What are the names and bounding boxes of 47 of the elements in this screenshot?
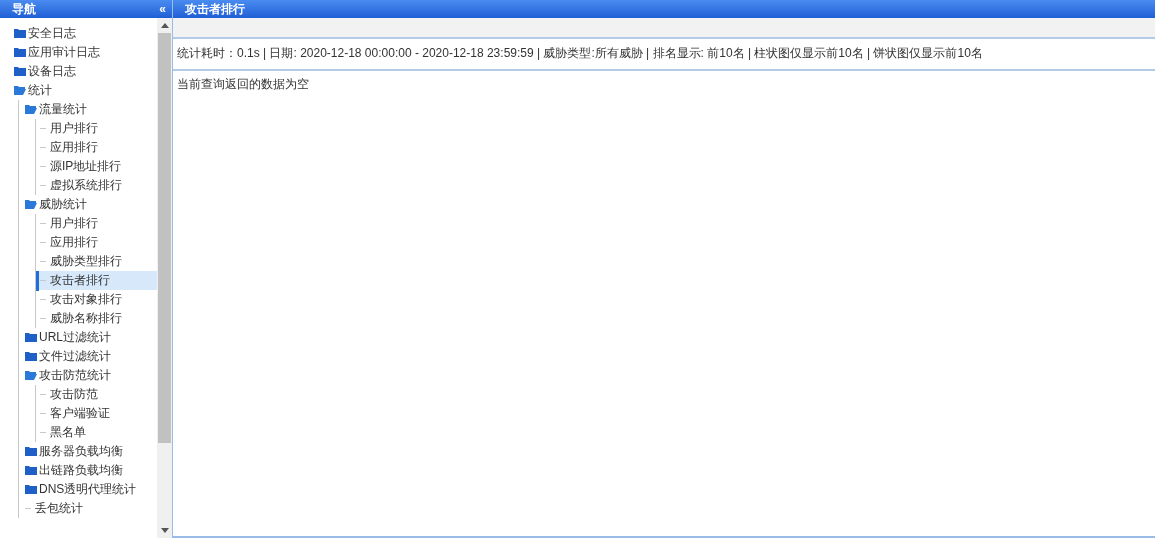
tree-item[interactable]: 用户排行	[36, 214, 157, 233]
tree-item[interactable]: 攻击防范统计	[19, 366, 157, 385]
tree-item[interactable]: DNS透明代理统计	[19, 480, 157, 499]
scroll-up-icon[interactable]	[160, 23, 169, 28]
folder-icon	[25, 351, 37, 361]
scrollbar-thumb[interactable]	[158, 33, 171, 443]
tree-item[interactable]: URL过滤统计	[19, 328, 157, 347]
tree-item[interactable]: 应用审计日志	[0, 43, 157, 62]
open-folder-icon	[25, 199, 37, 209]
tree-item[interactable]: 丢包统计	[19, 499, 157, 518]
open-folder-icon	[25, 370, 37, 380]
page-title: 攻击者排行	[185, 2, 245, 16]
tree-item[interactable]: 出链路负载均衡	[19, 461, 157, 480]
collapse-button[interactable]: «	[159, 0, 166, 18]
tree-item[interactable]: 威胁类型排行	[36, 252, 157, 271]
tree-item[interactable]: 统计	[0, 81, 157, 100]
tree-item[interactable]: 虚拟系统排行	[36, 176, 157, 195]
tree-item[interactable]: 威胁名称排行	[36, 309, 157, 328]
empty-message: 当前查询返回的数据为空	[177, 77, 309, 91]
scrollbar[interactable]	[157, 18, 172, 538]
folder-icon	[25, 446, 37, 456]
tree-item[interactable]: 攻击者排行	[36, 271, 157, 290]
tree-item[interactable]: 威胁统计	[19, 195, 157, 214]
open-folder-icon	[25, 104, 37, 114]
summary-text: 统计耗时：0.1s | 日期: 2020-12-18 00:00:00 - 2020-12-18 23:59:59 | 威胁类型:所有威胁 | 排名显示: 前10名 | 柱状图仅显示前10名 | 饼状图仅显示前10名	[177, 46, 983, 60]
tree-item[interactable]: 设备日志	[0, 62, 157, 81]
folder-icon	[25, 484, 37, 494]
tree-item[interactable]: 攻击防范	[36, 385, 157, 404]
folder-icon	[25, 465, 37, 475]
scroll-down-icon[interactable]	[160, 528, 169, 533]
tree-item[interactable]: 攻击对象排行	[36, 290, 157, 309]
tree-item[interactable]: 应用排行	[36, 233, 157, 252]
tree-item[interactable]: 文件过滤统计	[19, 347, 157, 366]
tree-item[interactable]: 用户排行	[36, 119, 157, 138]
open-folder-icon	[14, 85, 26, 95]
folder-icon	[25, 332, 37, 342]
tree-item[interactable]: 黑名单	[36, 423, 157, 442]
folder-icon	[14, 28, 26, 38]
tree-item[interactable]: 应用排行	[36, 138, 157, 157]
tree-item[interactable]: 安全日志	[0, 24, 157, 43]
folder-icon	[14, 47, 26, 57]
tree-item[interactable]: 服务器负载均衡	[19, 442, 157, 461]
tree-item[interactable]: 源IP地址排行	[36, 157, 157, 176]
tree-item[interactable]: 客户端验证	[36, 404, 157, 423]
tree-item[interactable]: 流量统计	[19, 100, 157, 119]
sidebar-title: 导航	[12, 1, 36, 18]
folder-icon	[14, 66, 26, 76]
